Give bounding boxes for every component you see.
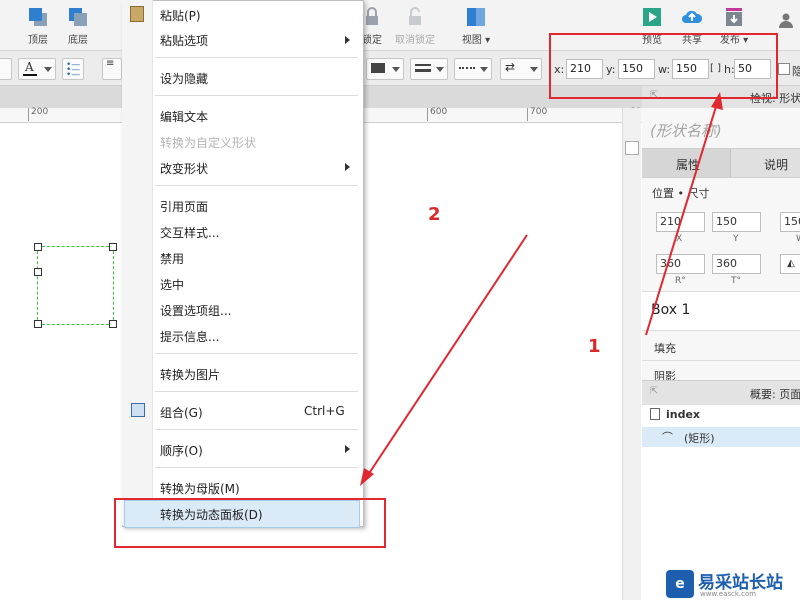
annotation-number-1: 1	[588, 336, 601, 357]
annotation-number-2: 2	[428, 204, 441, 225]
annotation-arrows	[360, 92, 723, 486]
watermark: e 易采站长站 www.easck.com	[666, 568, 800, 600]
watermark-url: www.easck.com	[700, 590, 757, 598]
arrow-head-icon	[711, 92, 723, 110]
annotation-arrow	[365, 234, 528, 479]
watermark-logo-icon: e	[666, 570, 694, 598]
annotation-arrow	[645, 99, 719, 336]
